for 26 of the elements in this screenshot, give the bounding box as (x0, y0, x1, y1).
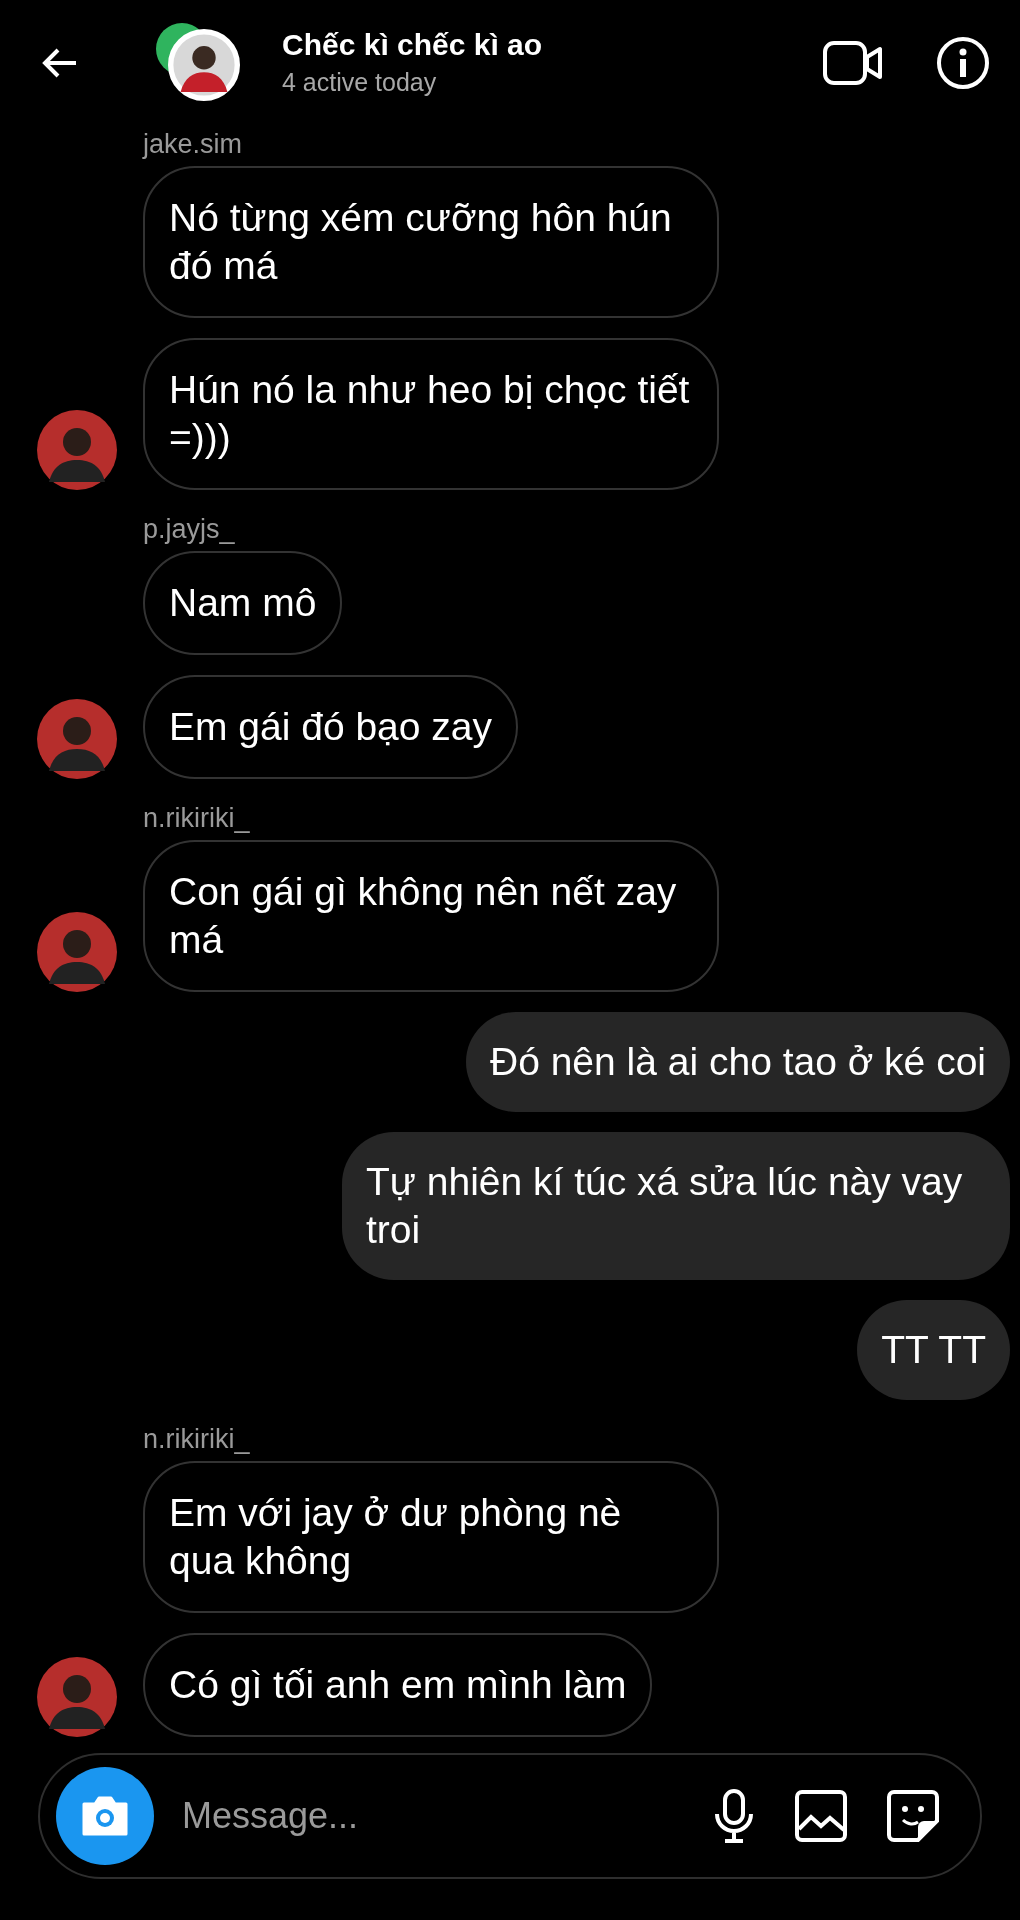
sender-name: n.rikiriki_ (143, 1424, 251, 1455)
message-composer[interactable]: Message... (38, 1753, 982, 1879)
message-bubble: Hún nó la như heo bị chọc tiết =))) (143, 338, 719, 490)
chat-title: Chếc kì chếc kì ao (282, 28, 544, 62)
message-bubble: Em gái đó bạo zay (143, 675, 519, 779)
message-bubble: Có gì tối anh em mình làm (143, 1633, 653, 1737)
message-field[interactable]: Message... (180, 1794, 674, 1838)
sender-name: n.rikiriki_ (143, 803, 251, 834)
sticker-icon[interactable] (886, 1789, 940, 1843)
message-bubble: Em với jay ở dư phòng nè qua không (143, 1461, 719, 1613)
message-bubble: Nó từng xém cưỡng hôn hún đó má (143, 166, 719, 318)
image-icon[interactable] (794, 1789, 848, 1843)
microphone-icon[interactable] (712, 1788, 756, 1844)
video-call-icon[interactable] (822, 38, 884, 87)
message-bubble: Đó nên là ai cho tao ở ké coi (465, 1012, 1010, 1112)
message-bubble: TT TT (857, 1300, 1010, 1400)
avatar[interactable] (168, 28, 240, 101)
sender-name: p.jayjs_ (143, 514, 236, 545)
info-icon[interactable] (936, 35, 990, 90)
active-status: 4 active today (282, 68, 438, 97)
message-bubble: Con gái gì không nên nết zay má (143, 840, 719, 992)
camera-icon (80, 1794, 130, 1838)
message-bubble: Tự nhiên kí túc xá sửa lúc này vay troi (342, 1132, 1010, 1280)
message-bubble: Nam mô (143, 551, 343, 655)
sender-name: jake.sim (143, 129, 244, 160)
camera-button[interactable] (56, 1767, 154, 1865)
